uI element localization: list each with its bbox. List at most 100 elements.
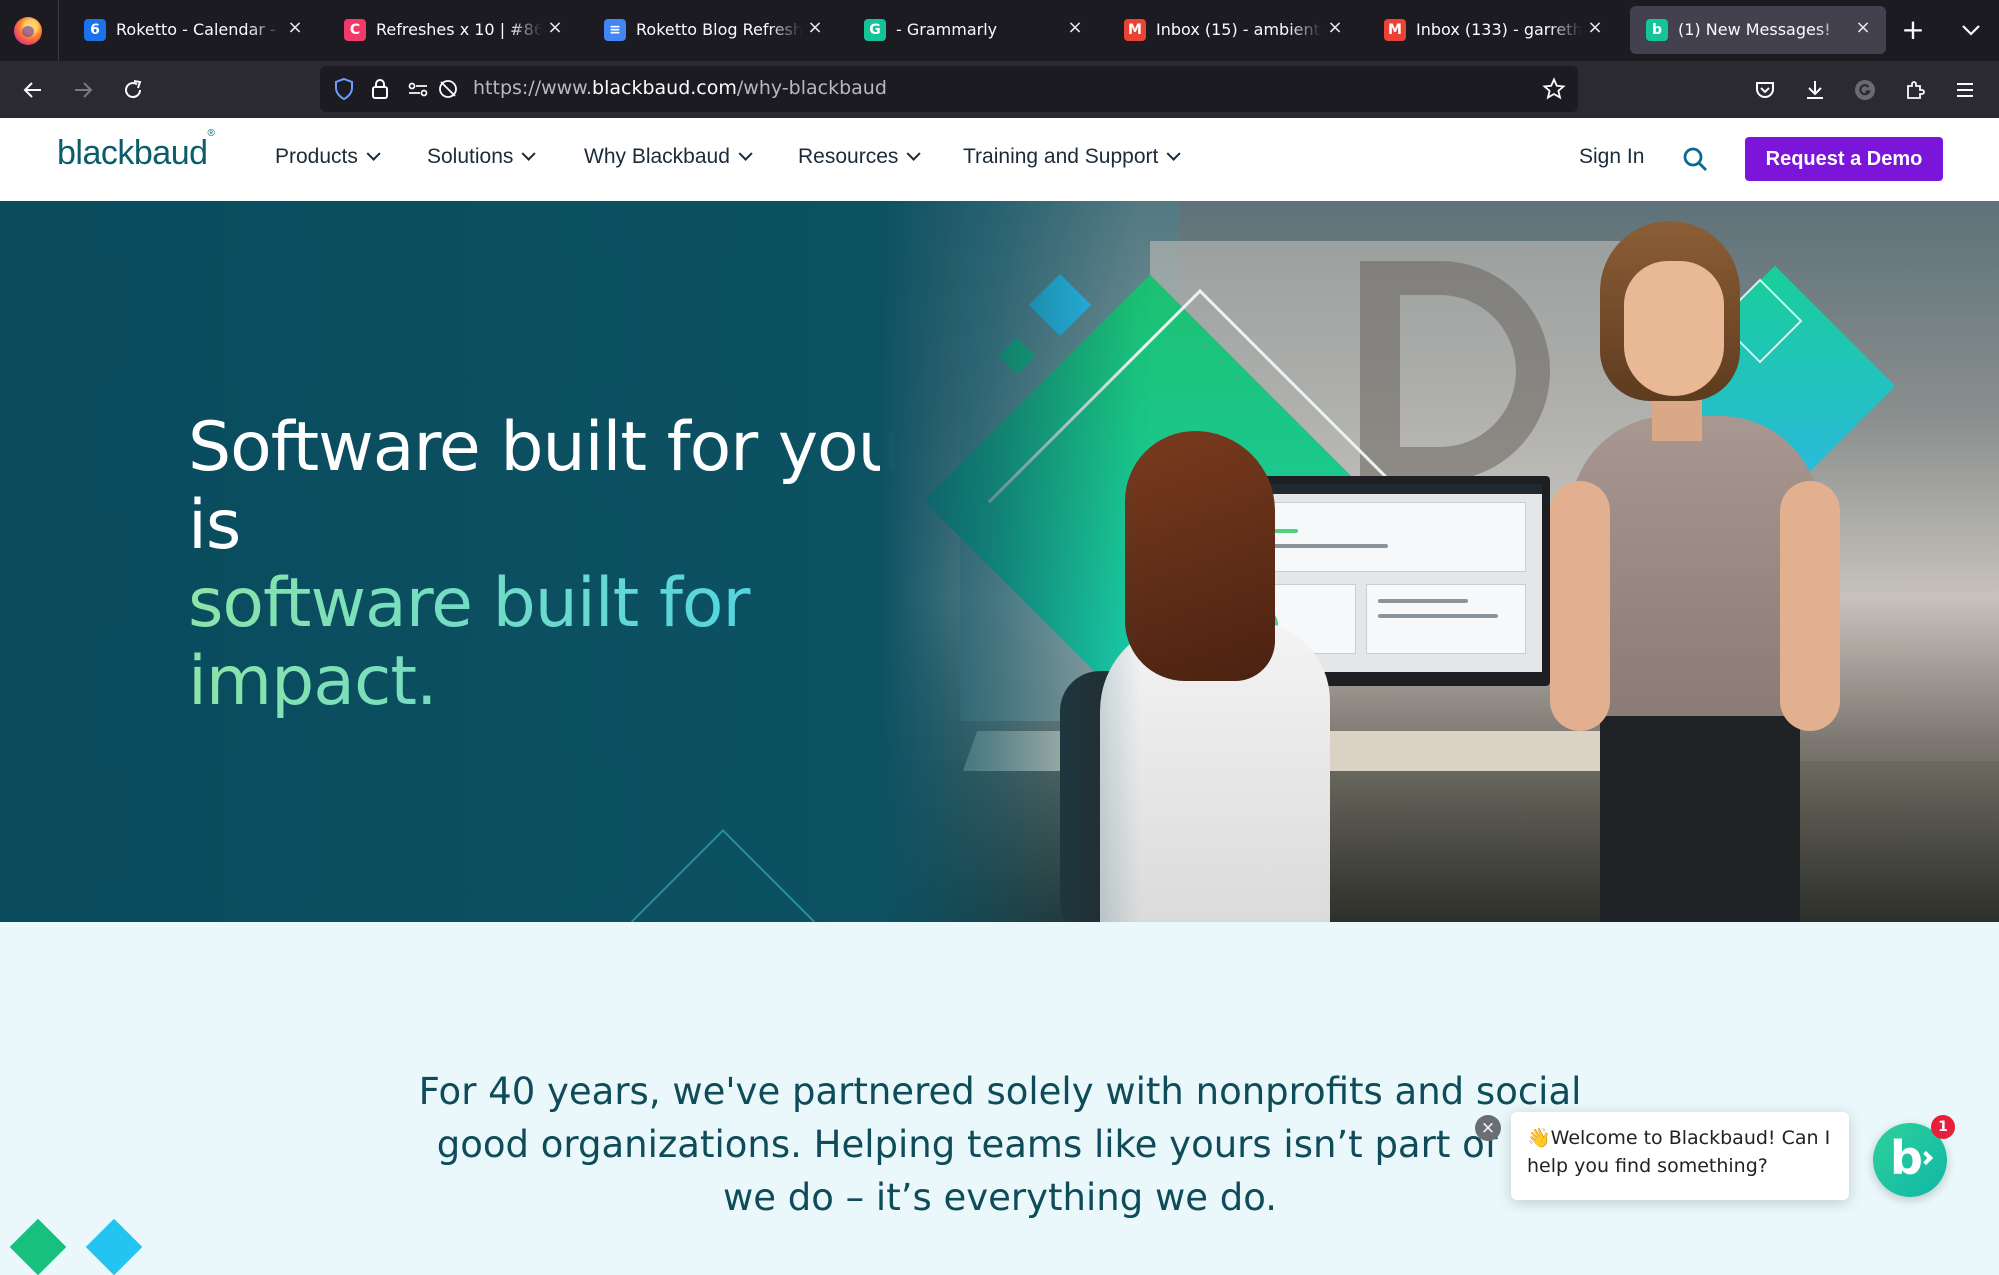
grammarly-extension-icon[interactable]	[1848, 73, 1882, 107]
blackbaud-logo[interactable]: blackbaud®	[57, 128, 215, 173]
browser-tab[interactable]: 6 Roketto - Calendar - 4 da×	[68, 6, 318, 54]
hero-line-accent: impact.	[188, 643, 908, 721]
close-tab-icon[interactable]: ×	[1064, 17, 1086, 39]
pocket-icon[interactable]	[1748, 73, 1782, 107]
registered-mark: ®	[207, 127, 215, 139]
grammarly-icon: G	[864, 19, 886, 41]
nav-label: Resources	[798, 145, 899, 168]
photo-arm	[1780, 481, 1840, 731]
browser-tab[interactable]: M Inbox (133) - garreth@ro×	[1368, 6, 1618, 54]
chevron-down-icon	[906, 146, 922, 161]
close-tab-icon[interactable]: ×	[1584, 17, 1606, 39]
photo-arm	[1550, 481, 1610, 731]
photo-seated-woman	[1060, 431, 1370, 922]
bookmark-star-icon[interactable]	[1542, 77, 1566, 101]
nav-training-and-support[interactable]: Training and Support	[963, 145, 1182, 169]
chat-close-button[interactable]: ×	[1475, 1115, 1501, 1141]
menu-hamburger-icon[interactable]	[1948, 73, 1982, 107]
tab-title: Inbox (15) - ambientsoun	[1156, 20, 1322, 39]
nav-label: Why Blackbaud	[584, 145, 730, 168]
nav-label: Solutions	[427, 145, 514, 168]
tab-list-chevron-icon[interactable]	[1956, 15, 1986, 45]
lock-icon[interactable]	[368, 77, 392, 101]
hero-headline: Software built for you is software built…	[188, 409, 908, 721]
logo-text: blackbaud	[57, 134, 208, 172]
browser-tab[interactable]: ≡ Roketto Blog Refresh #5×	[588, 6, 838, 54]
tab-title: Inbox (133) - garreth@ro	[1416, 20, 1582, 39]
tab-title: - Grammarly	[896, 20, 998, 39]
photo-face	[1624, 261, 1724, 396]
close-tab-icon[interactable]: ×	[284, 17, 306, 39]
permissions-icon[interactable]	[406, 77, 430, 101]
chevron-down-icon	[738, 146, 753, 161]
chevron-down-icon	[521, 146, 537, 161]
browser-tab[interactable]: M Inbox (15) - ambientsoun×	[1108, 6, 1358, 54]
close-tab-icon[interactable]: ×	[1852, 17, 1874, 39]
screen-line	[1378, 614, 1498, 618]
photo-hair	[1125, 431, 1275, 681]
intro-line: good organizations. Helping teams like y…	[436, 1123, 1564, 1166]
request-demo-button[interactable]: Request a Demo	[1745, 137, 1943, 181]
firefox-icon[interactable]	[14, 17, 42, 45]
google-docs-icon: ≡	[604, 19, 626, 41]
reload-icon[interactable]	[116, 73, 150, 107]
extensions-puzzle-icon[interactable]	[1898, 73, 1932, 107]
forward-arrow-icon[interactable]	[66, 73, 100, 107]
nav-label: Products	[275, 145, 358, 168]
hero-line: is	[188, 486, 241, 565]
blackbaud-chat-icon: b	[1646, 19, 1668, 41]
close-tab-icon[interactable]: ×	[804, 17, 826, 39]
intro-paragraph: For 40 years, we've partnered solely wit…	[400, 1065, 1600, 1224]
nav-resources[interactable]: Resources	[798, 145, 922, 169]
hero-photo	[880, 201, 1999, 922]
intro-line: we do – it’s everything we do.	[722, 1176, 1277, 1219]
green-diamond-shape	[9, 1218, 67, 1275]
url-host: blackbaud.com	[592, 77, 737, 99]
hero-line-accent: software built for	[188, 565, 908, 643]
url-text[interactable]: https://www.blackbaud.com/why-blackbaud	[473, 77, 887, 99]
new-tab-button[interactable]: +	[1897, 15, 1929, 47]
nav-solutions[interactable]: Solutions	[427, 145, 537, 169]
address-bar[interactable]: https://www.blackbaud.com/why-blackbaud	[320, 66, 1578, 112]
hero-line: Software built for you	[188, 408, 901, 487]
search-icon[interactable]	[1680, 144, 1710, 174]
screen-line	[1378, 599, 1468, 603]
tab-title: (1) New Messages!	[1678, 20, 1831, 39]
chevron-down-icon	[1166, 146, 1182, 161]
photo-pants	[1600, 691, 1800, 922]
tab-title: Refreshes x 10 | #860q6r	[376, 20, 542, 39]
chevron-down-icon	[366, 146, 381, 161]
chat-unread-badge: 1	[1931, 1115, 1955, 1139]
photo-standing-woman	[1520, 221, 1850, 922]
chat-welcome-bubble[interactable]: 👋Welcome to Blackbaud! Can I help you fi…	[1511, 1112, 1849, 1200]
tracking-blocked-icon[interactable]	[436, 77, 460, 101]
close-tab-icon[interactable]: ×	[544, 17, 566, 39]
url-scheme: https://www.	[473, 77, 593, 99]
downloads-icon[interactable]	[1798, 73, 1832, 107]
tab-title: Roketto Blog Refresh #5	[636, 20, 802, 39]
gmail-icon: M	[1124, 19, 1146, 41]
hero-section: Software built for you is software built…	[0, 201, 1999, 922]
blue-diamond-shape	[1028, 273, 1092, 337]
back-arrow-icon[interactable]	[16, 73, 50, 107]
browser-tab-bar: 6Roketto - Calendar - 4 da×CRefreshes x …	[0, 0, 1999, 61]
browser-nav-bar: https://www.blackbaud.com/why-blackbaud	[0, 61, 1999, 118]
nav-why-blackbaud[interactable]: Why Blackbaud	[584, 145, 753, 169]
google-calendar-icon: 6	[84, 19, 106, 41]
url-path: /why-blackbaud	[736, 77, 887, 99]
clickup-icon: C	[344, 19, 366, 41]
intro-section: For 40 years, we've partnered solely wit…	[0, 922, 1999, 1275]
sign-in-link[interactable]: Sign In	[1579, 145, 1644, 169]
gmail-icon: M	[1384, 19, 1406, 41]
browser-tab[interactable]: G - Grammarly ×	[848, 6, 1098, 54]
close-tab-icon[interactable]: ×	[1324, 17, 1346, 39]
nav-products[interactable]: Products	[275, 145, 381, 169]
nav-label: Training and Support	[963, 145, 1159, 168]
browser-tab[interactable]: C Refreshes x 10 | #860q6r×	[328, 6, 578, 54]
tab-title: Roketto - Calendar - 4 da	[116, 20, 282, 39]
blue-diamond-shape	[85, 1218, 143, 1275]
browser-tab[interactable]: b (1) New Messages! ×	[1630, 6, 1886, 54]
tracking-shield-icon[interactable]	[332, 77, 356, 101]
site-header: blackbaud® Products Solutions Why Blackb…	[0, 118, 1999, 201]
tab-separator	[58, 0, 59, 61]
